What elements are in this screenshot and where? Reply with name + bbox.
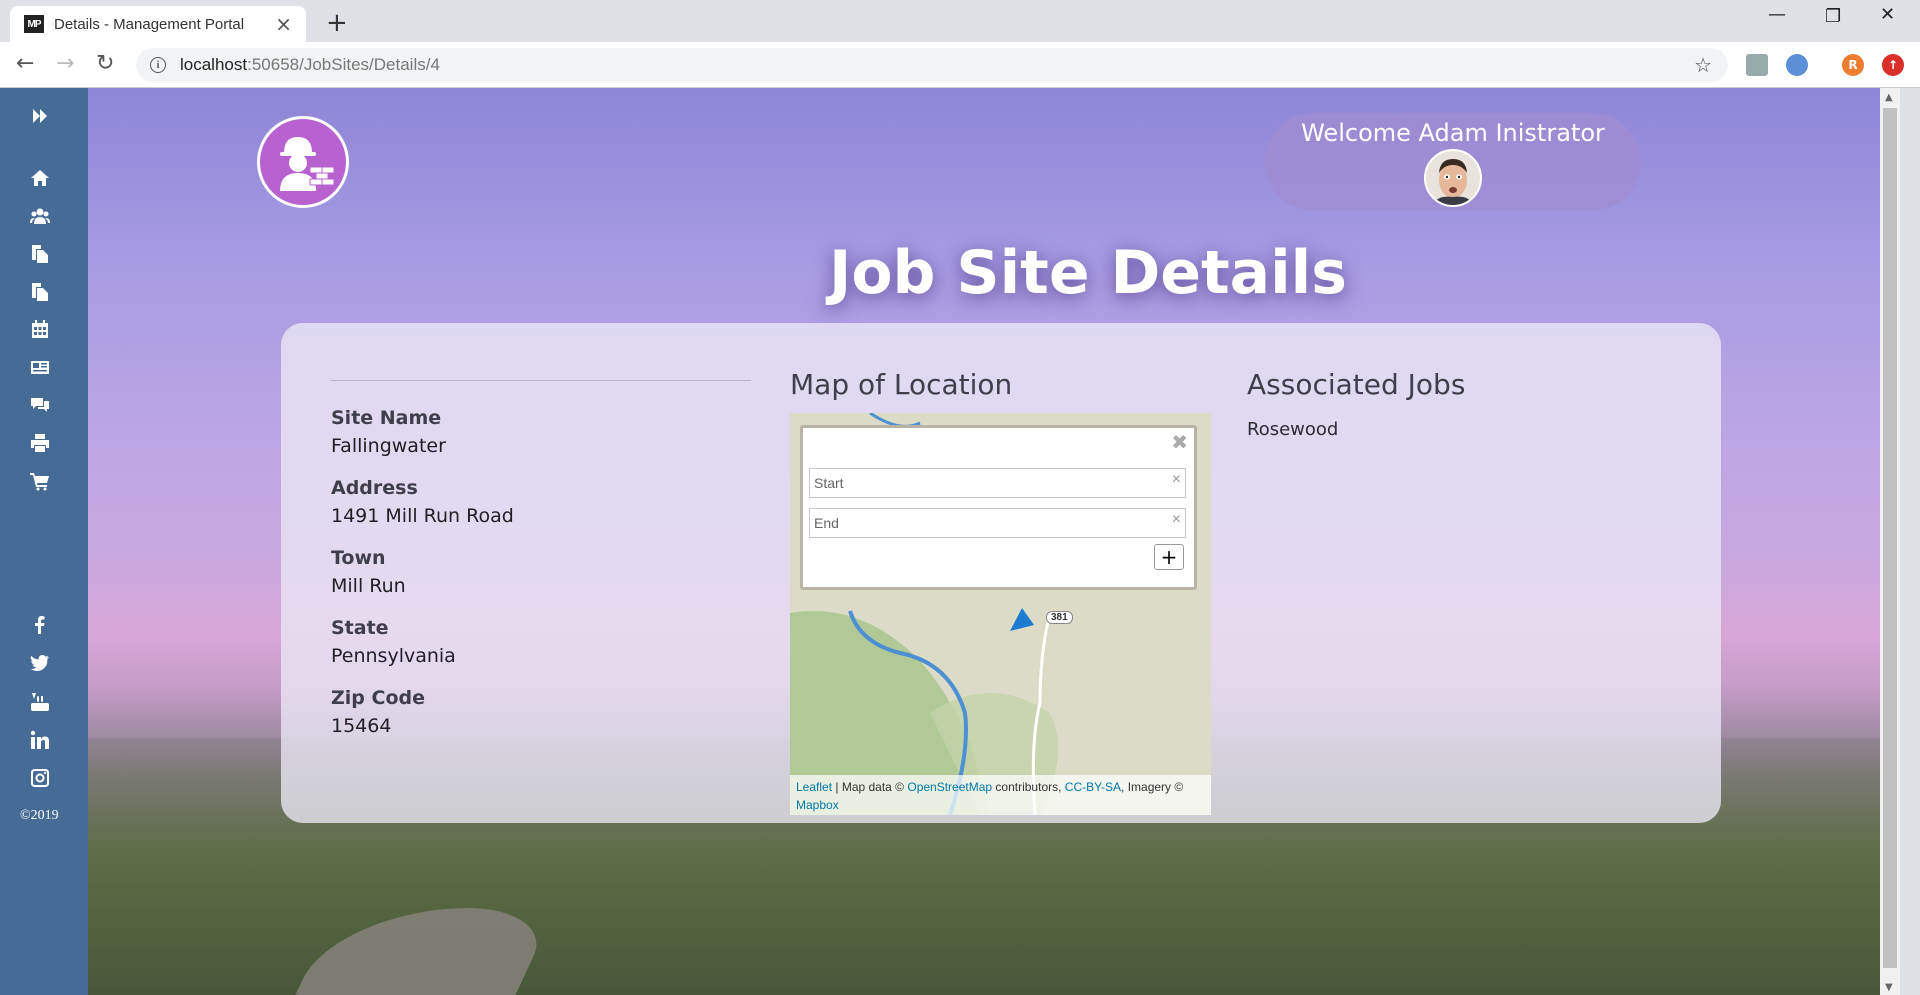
print-icon[interactable] xyxy=(29,433,51,453)
leaflet-link[interactable]: Leaflet xyxy=(796,780,832,794)
home-icon[interactable] xyxy=(29,168,51,188)
clear-icon[interactable]: × xyxy=(1172,471,1181,489)
field-value: Fallingwater xyxy=(331,435,446,457)
close-window-icon[interactable]: ✕ xyxy=(1880,4,1895,25)
map-heading: Map of Location xyxy=(790,368,1013,401)
license-link[interactable]: CC-BY-SA xyxy=(1065,780,1121,794)
field-zip-code: Zip Code 15464 xyxy=(331,687,751,737)
sidebar: ©2019 xyxy=(0,88,88,995)
page: ©2019 Welcome Adam Inistrator Job Site D… xyxy=(0,88,1920,995)
browser-tab[interactable]: MP Details - Management Portal × xyxy=(10,6,306,42)
job-item[interactable]: Rosewood xyxy=(1247,419,1465,440)
forward-icon[interactable]: → xyxy=(56,51,74,76)
field-value: Pennsylvania xyxy=(331,645,456,667)
cart-icon[interactable] xyxy=(29,471,51,491)
field-label: Address xyxy=(331,477,418,499)
url-path: :50658/JobSites/Details/4 xyxy=(247,55,440,74)
field-state: State Pennsylvania xyxy=(331,617,751,667)
copy-icon[interactable] xyxy=(29,244,51,264)
associated-jobs: Associated Jobs Rosewood xyxy=(1247,368,1465,440)
copy-icon[interactable] xyxy=(29,282,51,302)
copyright: ©2019 xyxy=(20,808,59,823)
field-value: 15464 xyxy=(331,715,392,737)
instagram-icon[interactable] xyxy=(29,768,51,788)
close-tab-icon[interactable]: × xyxy=(275,12,292,36)
address-bar[interactable]: i localhost:50658/JobSites/Details/4 ☆ xyxy=(136,48,1728,82)
extension-icon[interactable] xyxy=(1746,54,1768,76)
field-label: Town xyxy=(331,547,386,569)
reload-icon[interactable]: ↻ xyxy=(96,51,114,76)
field-label: Site Name xyxy=(331,407,442,429)
url-host: localhost xyxy=(180,55,248,74)
start-field[interactable]: Start × xyxy=(809,468,1186,498)
site-details: Site Name Fallingwater Address 1491 Mill… xyxy=(331,380,751,757)
minimize-icon[interactable]: — xyxy=(1768,4,1786,25)
chevron-double-right-icon[interactable] xyxy=(29,106,51,126)
construction-worker-icon xyxy=(280,137,335,191)
browser-toolbar: ← → ↻ i localhost:50658/JobSites/Details… xyxy=(0,42,1920,88)
details-card: Site Name Fallingwater Address 1491 Mill… xyxy=(281,323,1721,823)
profile-avatar[interactable]: R xyxy=(1842,54,1864,76)
close-icon[interactable]: ✖ xyxy=(1171,430,1188,454)
field-value: 1491 Mill Run Road xyxy=(331,505,514,527)
map-attribution: Leaflet | Map data © OpenStreetMap contr… xyxy=(790,775,1211,815)
browser-tab-strip: MP Details - Management Portal × + — ❐ ✕ xyxy=(0,0,1920,42)
end-field[interactable]: End × xyxy=(809,508,1186,538)
back-icon[interactable]: ← xyxy=(16,51,34,76)
field-site-name: Site Name Fallingwater xyxy=(331,407,751,457)
mapbox-link[interactable]: Mapbox xyxy=(796,798,839,812)
add-waypoint-button[interactable]: + xyxy=(1154,544,1184,570)
bookmark-star-icon[interactable]: ☆ xyxy=(1694,53,1712,77)
favicon-icon: MP xyxy=(24,15,44,33)
newspaper-icon[interactable] xyxy=(29,357,51,377)
attribution-text: , Imagery © xyxy=(1121,780,1184,794)
start-placeholder: Start xyxy=(814,475,844,491)
twitter-icon[interactable] xyxy=(29,653,51,673)
new-tab-button[interactable]: + xyxy=(326,8,348,38)
routing-panel: ✖ Start × End × + xyxy=(800,425,1197,590)
avatar[interactable] xyxy=(1424,149,1482,207)
welcome-box: Welcome Adam Inistrator xyxy=(1265,113,1641,210)
field-value: Mill Run xyxy=(331,575,406,597)
attribution-text: | Map data © xyxy=(832,780,908,794)
logo[interactable] xyxy=(257,116,349,208)
calendar-icon[interactable] xyxy=(29,319,51,339)
clear-icon[interactable]: × xyxy=(1172,511,1181,529)
main-content: Welcome Adam Inistrator Job Site Details xyxy=(88,88,1900,995)
scroll-thumb[interactable] xyxy=(1883,108,1897,968)
extension-icon[interactable] xyxy=(1786,54,1808,76)
scroll-up-icon[interactable]: ▲ xyxy=(1885,92,1893,103)
extension-icon[interactable]: ↑ xyxy=(1882,54,1904,76)
user-photo-icon xyxy=(1426,151,1480,205)
linkedin-icon[interactable] xyxy=(29,730,51,750)
field-address: Address 1491 Mill Run Road xyxy=(331,477,751,527)
field-town: Town Mill Run xyxy=(331,547,751,597)
field-label: State xyxy=(331,617,389,639)
map-section: Map of Location 381 ✖ Start × End × + Le… xyxy=(790,368,1211,815)
openstreetmap-link[interactable]: OpenStreetMap xyxy=(907,780,992,794)
info-icon[interactable]: i xyxy=(150,57,166,73)
youtube-icon[interactable] xyxy=(29,692,51,712)
road-label: 381 xyxy=(1046,611,1073,624)
field-label: Zip Code xyxy=(331,687,425,709)
map[interactable]: 381 ✖ Start × End × + Leaflet | Map data… xyxy=(790,413,1211,815)
comments-icon[interactable] xyxy=(29,395,51,415)
attribution-text: contributors, xyxy=(992,780,1065,794)
jobs-heading: Associated Jobs xyxy=(1247,368,1466,401)
restore-icon[interactable]: ❐ xyxy=(1825,6,1841,27)
facebook-icon[interactable] xyxy=(29,615,51,635)
tab-title: Details - Management Portal xyxy=(54,15,245,33)
welcome-text: Welcome Adam Inistrator xyxy=(1301,119,1605,147)
scroll-down-icon[interactable]: ▼ xyxy=(1885,982,1893,993)
divider xyxy=(331,380,751,381)
page-title: Job Site Details xyxy=(829,238,1347,308)
users-icon[interactable] xyxy=(29,206,51,226)
end-placeholder: End xyxy=(814,515,839,531)
scrollbar[interactable]: ▲ ▼ xyxy=(1880,88,1900,995)
